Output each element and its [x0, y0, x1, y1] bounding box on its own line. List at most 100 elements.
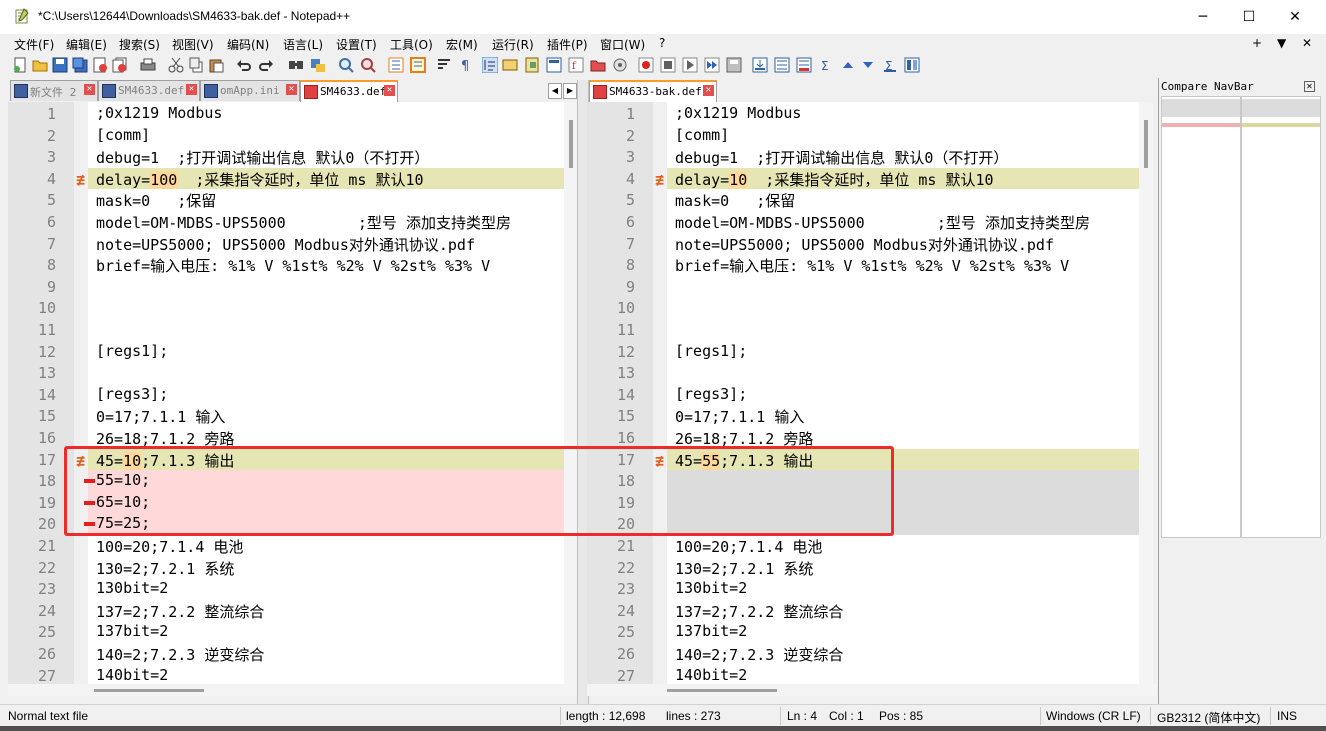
tab-sm4633-def-1[interactable]: SM4633.def ✕: [98, 80, 200, 101]
tab-scroll-next-button[interactable]: ▶: [563, 83, 577, 99]
save-icon[interactable]: [52, 57, 68, 73]
code-line[interactable]: 10: [587, 297, 1139, 319]
word-wrap-icon[interactable]: [436, 57, 452, 73]
code-line[interactable]: 13: [8, 362, 564, 384]
scroll-thumb[interactable]: [667, 689, 777, 692]
code-line[interactable]: 17 ≢ 45=10;7.1.3 输出: [8, 448, 564, 471]
next-diff-icon[interactable]: [860, 57, 876, 73]
menu-help[interactable]: ?: [659, 36, 665, 50]
tab-sm4633-def-active[interactable]: SM4633.def ✕: [300, 80, 398, 103]
tab-omapp-ini[interactable]: omApp.ini ✕: [200, 80, 300, 101]
stop-macro-icon[interactable]: [660, 57, 676, 73]
right-horizontal-scrollbar[interactable]: [587, 684, 1157, 696]
play-macro-icon[interactable]: [682, 57, 698, 73]
code-line[interactable]: 20: [587, 513, 1139, 535]
code-line[interactable]: 17 ≢ 45=55;7.1.3 输出: [587, 448, 1139, 471]
left-vertical-scrollbar[interactable]: [564, 102, 578, 684]
code-line[interactable]: 14 [regs3];: [587, 384, 1139, 406]
code-line[interactable]: 2 [comm]: [587, 125, 1139, 147]
tab-close-icon[interactable]: ✕: [384, 85, 395, 96]
tab-list-dropdown[interactable]: ▼: [1277, 36, 1286, 50]
code-line[interactable]: 3 debug=1 ;打开调试输出信息 默认0（不打开）: [587, 146, 1139, 168]
redo-icon[interactable]: [258, 57, 274, 73]
code-line[interactable]: 27 140bit=2: [8, 665, 564, 684]
close-doc-button[interactable]: ✕: [1302, 36, 1312, 50]
code-line[interactable]: 5 mask=0 ;保留: [8, 189, 564, 211]
code-line[interactable]: 9: [587, 276, 1139, 298]
prev-diff-icon[interactable]: [840, 57, 856, 73]
undo-icon[interactable]: [236, 57, 252, 73]
code-line[interactable]: 21 100=20;7.1.4 电池: [587, 535, 1139, 557]
new-tab-button[interactable]: +: [1252, 36, 1262, 50]
code-line[interactable]: 1 ;0x1219 Modbus: [8, 103, 564, 125]
zoom-out-icon[interactable]: [360, 57, 376, 73]
menu-tools[interactable]: 工具(O): [390, 36, 433, 53]
menu-file[interactable]: 文件(F): [14, 36, 54, 53]
tab-close-icon[interactable]: ✕: [703, 85, 714, 96]
scroll-thumb[interactable]: [94, 689, 204, 692]
function-list-icon[interactable]: f: [568, 57, 584, 73]
right-vertical-scrollbar[interactable]: [1139, 102, 1153, 684]
zoom-in-icon[interactable]: [338, 57, 354, 73]
code-line[interactable]: 12 [regs1];: [587, 341, 1139, 363]
code-line[interactable]: 23 130bit=2: [8, 578, 564, 600]
compare-icon[interactable]: [752, 57, 768, 73]
code-line[interactable]: 18: [587, 470, 1139, 492]
code-line[interactable]: 19 65=10;: [8, 491, 564, 514]
menu-search[interactable]: 搜索(S): [119, 36, 160, 53]
compare-summary-icon[interactable]: Σ: [882, 57, 898, 73]
monitoring-icon[interactable]: [612, 57, 628, 73]
tab-close-icon[interactable]: ✕: [286, 84, 297, 95]
sync-horizontal-icon[interactable]: [410, 57, 426, 73]
menu-window[interactable]: 窗口(W): [600, 36, 645, 53]
code-line[interactable]: 9: [8, 276, 564, 298]
code-line[interactable]: 4 ≢ delay=100 ;采集指令延时，单位 ms 默认10: [8, 167, 564, 190]
tab-sm4633-bak-def[interactable]: SM4633-bak.def ✕: [589, 80, 717, 103]
code-line[interactable]: 19: [587, 491, 1139, 514]
tab-close-icon[interactable]: ✕: [84, 84, 95, 95]
code-line[interactable]: 13: [587, 362, 1139, 384]
maximize-button[interactable]: ☐: [1226, 0, 1272, 34]
code-line[interactable]: 25 137bit=2: [8, 621, 564, 643]
tab-new-file-2[interactable]: 新文件 2 ✕: [10, 80, 98, 101]
code-line[interactable]: 26 140=2;7.2.3 逆变综合: [587, 643, 1139, 665]
code-line[interactable]: 24 137=2;7.2.2 整流综合: [8, 600, 564, 622]
code-line[interactable]: 11: [8, 319, 564, 341]
code-line[interactable]: 16 26=18;7.1.2 旁路: [587, 427, 1139, 449]
left-editor[interactable]: 1 ;0x1219 Modbus 2 [comm] 3 debug=1 ;打开调试输出信息…: [8, 102, 564, 684]
print-icon[interactable]: [140, 57, 156, 73]
code-line[interactable]: 15 0=17;7.1.1 输入: [8, 405, 564, 427]
menu-macro[interactable]: 宏(M): [446, 36, 478, 53]
find-icon[interactable]: [288, 57, 304, 73]
menu-view[interactable]: 视图(V): [172, 36, 214, 53]
doc-map-icon[interactable]: [524, 57, 540, 73]
code-line[interactable]: 5 mask=0 ;保留: [587, 189, 1139, 211]
close-all-icon[interactable]: [112, 57, 128, 73]
code-line[interactable]: 15 0=17;7.1.1 输入: [587, 405, 1139, 427]
close-file-icon[interactable]: [92, 57, 108, 73]
code-line[interactable]: 11: [587, 319, 1139, 341]
code-line[interactable]: 6 model=OM-MDBS-UPS5000 ;型号 添加支持类型房: [8, 211, 564, 233]
save-macro-icon[interactable]: [726, 57, 742, 73]
compare-sigma-icon[interactable]: Σ: [818, 57, 834, 73]
code-line[interactable]: 24 137=2;7.2.2 整流综合: [587, 600, 1139, 622]
code-line[interactable]: 7 note=UPS5000; UPS5000 Modbus对外通讯协议.pdf: [8, 233, 564, 255]
right-editor[interactable]: 1 ;0x1219 Modbus 2 [comm] 3 debug=1 ;打开调试输出信息…: [587, 102, 1139, 684]
status-insert-mode[interactable]: INS: [1277, 709, 1297, 723]
show-all-chars-icon[interactable]: ¶: [458, 57, 474, 73]
left-horizontal-scrollbar[interactable]: [8, 684, 578, 696]
code-line[interactable]: 25 137bit=2: [587, 621, 1139, 643]
menu-run[interactable]: 运行(R): [492, 36, 534, 53]
code-line[interactable]: 23 130bit=2: [587, 578, 1139, 600]
tab-close-icon[interactable]: ✕: [186, 84, 197, 95]
code-line[interactable]: 14 [regs3];: [8, 384, 564, 406]
status-encoding[interactable]: GB2312 (简体中文): [1157, 709, 1260, 726]
code-line[interactable]: 20 75=25;: [8, 513, 564, 535]
tab-scroll-prev-button[interactable]: ◀: [548, 83, 562, 99]
scroll-thumb[interactable]: [1144, 120, 1148, 168]
code-line[interactable]: 4 ≢ delay=10 ;采集指令延时，单位 ms 默认10: [587, 167, 1139, 190]
save-all-icon[interactable]: [72, 57, 88, 73]
code-line[interactable]: 3 debug=1 ;打开调试输出信息 默认0（不打开）: [8, 146, 564, 168]
code-line[interactable]: 12 [regs1];: [8, 341, 564, 363]
doc-list-icon[interactable]: [546, 57, 562, 73]
